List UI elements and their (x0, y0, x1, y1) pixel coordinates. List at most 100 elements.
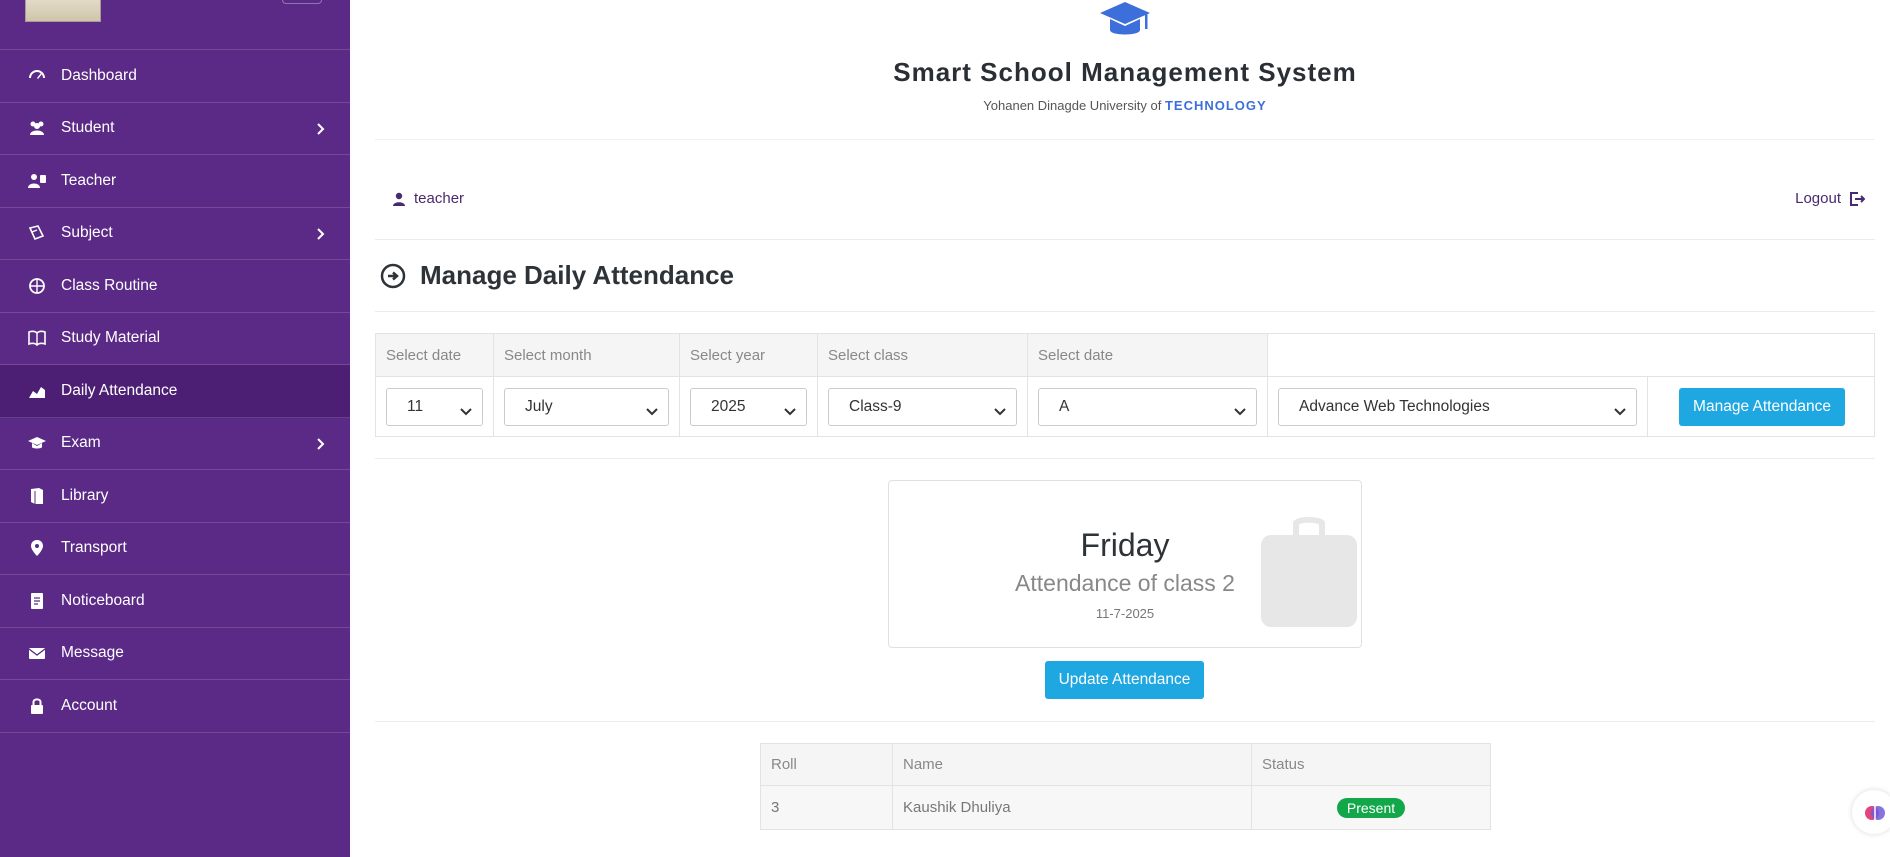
assistant-floating-button[interactable] (1852, 790, 1890, 834)
filter-header-section: Select date (1027, 333, 1268, 377)
month-select[interactable]: July (504, 387, 669, 426)
map-pin-icon (27, 538, 47, 558)
sidebar-item-daily-attendance[interactable]: Daily Attendance (0, 365, 350, 418)
filter-header-row: Select date Select month Select year Sel… (375, 333, 1875, 377)
divider (375, 721, 1875, 722)
sidebar-nav: Dashboard Student Teacher Subject Class Rout… (0, 50, 350, 733)
sidebar-item-message[interactable]: Message (0, 628, 350, 680)
chevron-down-icon (1234, 403, 1246, 415)
year-select[interactable]: 2025 (690, 387, 807, 426)
subtitle-highlight: TECHNOLOGY (1164, 98, 1267, 113)
graduation-cap-icon (27, 433, 47, 453)
sidebar-item-student[interactable]: Student (0, 103, 350, 155)
chevron-down-icon (460, 403, 472, 415)
filter-header-date: Select date (375, 333, 494, 377)
student-name: Kaushik Dhuliya (892, 785, 1252, 830)
student-roll: 3 (760, 785, 893, 830)
filter-header-blank (1267, 333, 1875, 377)
page-title: Manage Daily Attendance (420, 260, 735, 290)
chevron-right-icon (314, 437, 326, 450)
class-select[interactable]: Class-9 (828, 387, 1017, 426)
year-select-value: 2025 (711, 397, 746, 415)
manage-attendance-button[interactable]: Manage Attendance (1679, 387, 1845, 426)
filter-cell-year: 2025 (679, 376, 818, 437)
routine-icon (27, 276, 47, 296)
column-header-status: Status (1251, 743, 1491, 786)
sidebar-item-label: Student (61, 119, 115, 137)
chevron-down-icon (646, 403, 658, 415)
sidebar-item-label: Account (61, 696, 118, 714)
sidebar-item-label: Exam (61, 434, 101, 452)
filter-header-class: Select class (817, 333, 1028, 377)
sidebar-item-transport[interactable]: Transport (0, 523, 350, 575)
sidebar-item-teacher[interactable]: Teacher (0, 155, 350, 208)
sidebar-item-label: Transport (61, 539, 127, 557)
summary-class-text: Attendance of class 2 (1015, 570, 1235, 596)
dashboard-icon (27, 66, 47, 86)
user-icon (393, 192, 405, 206)
circle-arrow-right-icon (380, 263, 406, 289)
app-title: Smart School Management System (893, 57, 1357, 87)
subject-select[interactable]: Advance Web Technologies (1278, 387, 1637, 426)
sidebar-item-label: Library (61, 486, 109, 504)
status-badge: Present (1336, 797, 1406, 818)
book-icon (27, 328, 47, 348)
sidebar-item-subject[interactable]: Subject (0, 208, 350, 260)
column-header-name: Name (892, 743, 1252, 786)
sidebar-item-account[interactable]: Account (0, 680, 350, 733)
brain-icon (1865, 806, 1885, 820)
logout-icon (1850, 191, 1865, 206)
sidebar-item-label: Noticeboard (61, 591, 145, 609)
noticeboard-icon (27, 591, 47, 611)
column-header-roll: Roll (760, 743, 893, 786)
filter-cell-month: July (493, 376, 680, 437)
users-icon (27, 118, 47, 138)
filter-input-row: 11 July 2025 Class-9 A Advance Web Techn… (375, 376, 1875, 437)
logout-link[interactable]: Logout (1795, 190, 1865, 207)
sidebar-item-label: Class Routine (61, 276, 158, 294)
attendance-filter-table: Select date Select month Select year Sel… (375, 333, 1875, 437)
sidebar-item-study-material[interactable]: Study Material (0, 313, 350, 365)
divider (375, 458, 1875, 459)
sidebar-item-label: Dashboard (61, 66, 137, 84)
chevron-right-icon (314, 227, 326, 240)
app-header: Smart School Management System Yohanen D… (375, 0, 1875, 140)
school-logo[interactable] (25, 0, 101, 22)
subtitle-prefix: Yohanen Dinagde University of (983, 98, 1162, 113)
table-row: 3 Kaushik Dhuliya Present (760, 785, 1491, 830)
chevron-down-icon (994, 403, 1006, 415)
sidebar-toggle-button[interactable] (282, 0, 322, 4)
sidebar: Dashboard Student Teacher Subject Class Rout… (0, 0, 350, 857)
date-select[interactable]: 11 (386, 387, 483, 426)
summary-day: Friday (1080, 527, 1170, 563)
sidebar-item-label: Study Material (61, 329, 161, 347)
summary-date: 11-7-2025 (1095, 606, 1155, 621)
class-select-value: Class-9 (849, 397, 902, 415)
sidebar-item-library[interactable]: Library (0, 470, 350, 523)
subject-select-value: Advance Web Technologies (1299, 397, 1490, 415)
sidebar-item-label: Daily Attendance (61, 381, 178, 399)
chevron-right-icon (314, 122, 326, 135)
filter-header-month: Select month (493, 333, 680, 377)
sidebar-item-exam[interactable]: Exam (0, 418, 350, 470)
sidebar-item-class-routine[interactable]: Class Routine (0, 260, 350, 313)
lock-icon (27, 696, 47, 716)
user-link[interactable]: teacher (392, 190, 464, 207)
sidebar-item-label: Teacher (61, 171, 117, 189)
month-select-value: July (525, 397, 553, 415)
students-attendance-table: Roll Name Status 3 Kaushik Dhuliya Prese… (760, 743, 1491, 830)
student-status-cell: Present (1251, 785, 1491, 830)
logout-label: Logout (1795, 190, 1841, 207)
filter-cell-class: Class-9 (817, 376, 1028, 437)
filter-cell-action: Manage Attendance (1647, 376, 1875, 437)
section-select[interactable]: A (1038, 387, 1257, 426)
students-header-row: Roll Name Status (760, 743, 1491, 786)
date-select-value: 11 (407, 397, 424, 415)
subject-icon (27, 223, 47, 243)
app-subtitle: Yohanen Dinagde University of TECHNOLOGY (375, 98, 1875, 113)
update-attendance-button[interactable]: Update Attendance (1045, 661, 1204, 699)
sidebar-item-noticeboard[interactable]: Noticeboard (0, 575, 350, 628)
page-heading: Manage Daily Attendance (375, 240, 1875, 312)
sidebar-item-dashboard[interactable]: Dashboard (0, 50, 350, 103)
attendance-summary-card: Friday Attendance of class 2 11-7-2025 (888, 480, 1362, 648)
